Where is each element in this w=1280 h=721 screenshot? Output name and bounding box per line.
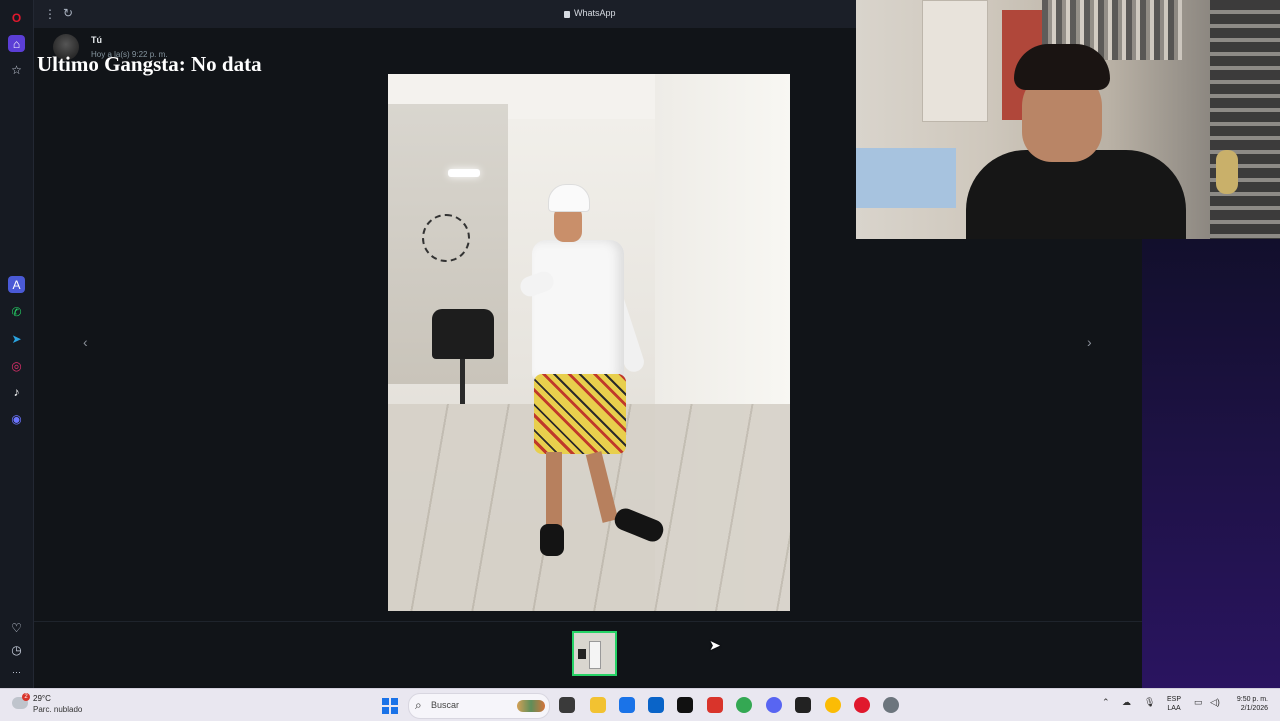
weather-temperature[interactable]: 29°C: [33, 694, 51, 703]
sender-name: Tú: [91, 35, 102, 45]
whatsapp-icon[interactable]: ✆: [8, 303, 25, 320]
media-photo: [388, 74, 790, 611]
webcam-person-hair: [1014, 44, 1110, 90]
instagram-icon[interactable]: ◎: [8, 357, 25, 374]
taskbar-search[interactable]: ⌕ Buscar: [408, 693, 550, 719]
overlay-caption: Ultimo Gangsta: No data: [37, 52, 262, 76]
desktop-wallpaper: [1142, 239, 1280, 688]
store-icon[interactable]: [619, 697, 635, 713]
wps-icon[interactable]: [707, 697, 723, 713]
chrome-icon[interactable]: [736, 697, 752, 713]
opera-logo-icon[interactable]: O: [8, 9, 25, 26]
search-placeholder: Buscar: [431, 700, 460, 710]
heart-icon[interactable]: ♡: [8, 619, 25, 636]
webcam-overlay: [856, 0, 1280, 239]
thumbnail-detail: [578, 649, 586, 659]
clock-date: 2/1/2026: [1240, 705, 1268, 712]
thumbnail-detail: [589, 641, 601, 669]
windows-taskbar: 2 29°C Parc. nublado ⌕ Buscar ⌃ ☁ 🎙 ESP …: [0, 688, 1280, 721]
photo-chair-leg: [460, 359, 465, 404]
more-icon[interactable]: ···: [8, 663, 25, 680]
network-icon[interactable]: ▭: [1194, 697, 1203, 708]
photo-light: [448, 169, 480, 177]
person-shirt: [532, 240, 624, 380]
menu-icon[interactable]: ⋮: [44, 7, 56, 21]
file-explorer-icon[interactable]: [590, 697, 606, 713]
keyboard-layout: LAA: [1167, 705, 1181, 712]
address-title: WhatsApp: [564, 8, 616, 18]
aria-icon[interactable]: A: [8, 276, 25, 293]
person-leg: [546, 452, 562, 532]
task-view-icon[interactable]: [559, 697, 575, 713]
discord-taskbar-icon[interactable]: [766, 697, 782, 713]
thumbnail-divider: [34, 621, 1142, 622]
outlook-icon[interactable]: [648, 697, 664, 713]
home-icon[interactable]: ⌂: [8, 35, 25, 52]
person-shoe: [611, 505, 667, 545]
person-shoe: [540, 524, 564, 556]
photo-person: [517, 184, 678, 556]
next-arrow-icon[interactable]: ›: [1087, 334, 1092, 350]
opera-taskbar-icon[interactable]: [854, 697, 870, 713]
clock-time: 9:50 p. m.: [1236, 696, 1268, 703]
webcam-door: [922, 0, 988, 122]
weather-badge: 2: [22, 693, 30, 701]
tiktok-taskbar-icon[interactable]: [677, 697, 693, 713]
language-indicator[interactable]: ESP LAA: [1167, 695, 1181, 713]
microphone-icon: [1216, 150, 1238, 194]
bookmarks-icon[interactable]: ☆: [8, 61, 25, 78]
telegram-icon[interactable]: ➤: [8, 330, 25, 347]
discord-icon[interactable]: ◉: [8, 410, 25, 427]
browser-sidebar: O ⌂ ☆ A ✆ ➤ ◎ ♪ ◉ ♡ ◷ ···: [0, 0, 34, 688]
webcam-bed: [856, 148, 956, 208]
tab-title: WhatsApp: [574, 8, 616, 18]
settings-icon[interactable]: [883, 697, 899, 713]
onedrive-icon[interactable]: ☁: [1122, 697, 1131, 708]
language-code: ESP: [1167, 696, 1182, 703]
windows-start-icon[interactable]: [382, 698, 398, 714]
media-thumbnail[interactable]: [572, 631, 617, 676]
webcam-person-hoodie: [966, 150, 1186, 239]
person-cap: [548, 184, 590, 212]
search-icon: ⌕: [415, 698, 422, 712]
capcut-icon[interactable]: [795, 697, 811, 713]
weather-description[interactable]: Parc. nublado: [33, 705, 82, 714]
previous-arrow-icon[interactable]: ‹: [83, 334, 88, 350]
microphone-tray-icon[interactable]: 🎙: [1144, 697, 1155, 708]
search-highlight-icon: [517, 700, 545, 712]
chrome-profile-icon[interactable]: [825, 697, 841, 713]
tiktok-icon[interactable]: ♪: [8, 383, 25, 400]
person-shorts: [534, 374, 626, 454]
lock-icon: [564, 10, 570, 18]
webcam-blinds: [1210, 0, 1280, 239]
tray-expand-icon[interactable]: ⌃: [1102, 697, 1110, 708]
volume-icon[interactable]: ◁): [1210, 697, 1220, 708]
person-leg: [585, 451, 619, 523]
mouse-cursor-icon: ➤: [709, 637, 721, 653]
taskbar-clock[interactable]: 9:50 p. m. 2/1/2026: [1228, 695, 1268, 713]
reload-icon[interactable]: ↻: [63, 6, 73, 20]
photo-chair: [432, 309, 494, 359]
browser-topbar: ⋮ ↻ WhatsApp: [34, 0, 856, 29]
wall-clock-icon: [422, 214, 470, 262]
history-icon[interactable]: ◷: [8, 641, 25, 658]
